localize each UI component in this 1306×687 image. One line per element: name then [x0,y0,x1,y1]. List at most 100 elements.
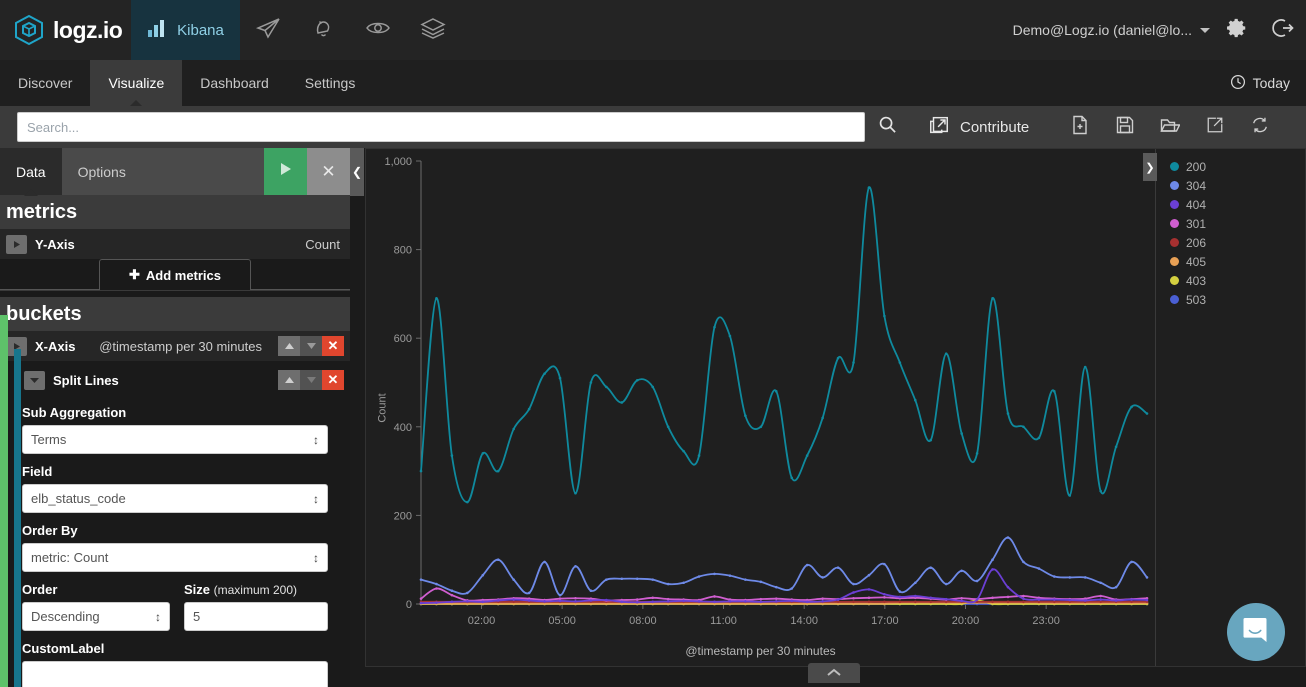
nav-item-insights[interactable] [350,0,405,60]
custom-label-label: CustomLabel [22,641,105,656]
svg-text:23:00: 23:00 [1032,615,1060,627]
svg-text:1,000: 1,000 [384,156,412,168]
move-up-split-lines-button[interactable] [278,370,300,390]
save-visualization-button[interactable] [1102,111,1147,143]
order-by-select[interactable]: metric: Count [22,543,328,572]
legend-item[interactable]: 503 [1170,290,1305,309]
legend-color-dot [1170,181,1179,190]
legend-label: 304 [1186,178,1207,193]
bucket-row-split-lines[interactable]: Split Lines ✕ [0,365,350,395]
svg-text:200: 200 [394,510,412,522]
move-down-x-axis-button[interactable] [300,336,322,356]
svg-text:17:00: 17:00 [871,615,899,627]
visualization-chart-container: Count 0 200 400 600 800 1,000 02:00 05:00 08:00 1… [365,148,1306,667]
size-input[interactable]: 5 [184,602,328,631]
open-folder-icon [1160,116,1181,139]
logzio-logo[interactable]: logz.io [0,0,131,60]
metric-y-axis-label: Y-Axis [35,236,75,252]
nav-item-kibana[interactable]: Kibana [131,0,240,60]
play-triangle-icon [279,162,292,181]
sub-aggregation-group: Sub Aggregation Terms [0,395,350,454]
nav-item-logs[interactable] [405,0,460,60]
settings-button[interactable] [1214,0,1260,60]
series-200[interactable] [419,186,1149,504]
custom-label-input[interactable] [22,661,328,687]
order-select[interactable]: Descending [22,602,170,631]
order-by-group: Order By metric: Count [0,513,350,572]
tabbar-spacer [373,60,1229,106]
bucket-split-lines-label: Split Lines [53,372,119,388]
buckets-section-title: buckets [0,297,350,331]
legend-color-dot [1170,295,1179,304]
editor-tab-options[interactable]: Options [62,148,142,195]
legend-label: 301 [1186,216,1207,231]
add-metrics-label: Add metrics [145,267,222,283]
sub-aggregation-label: Sub Aggregation [22,405,127,420]
add-metrics-right-spacer [251,259,350,290]
logout-button[interactable] [1260,0,1306,60]
editor-tab-data[interactable]: Data [0,148,62,196]
legend-item[interactable]: 301 [1170,214,1305,233]
remove-split-lines-button[interactable]: ✕ [322,370,344,390]
legend-item[interactable]: 206 [1170,233,1305,252]
legend-item[interactable]: 405 [1170,252,1305,271]
svg-text:20:00: 20:00 [952,615,980,627]
legend-item[interactable]: 404 [1170,195,1305,214]
legend-color-dot [1170,276,1179,285]
legend-item[interactable]: 304 [1170,176,1305,195]
collapse-split-lines-icon[interactable] [24,370,45,390]
nav-item-notifications[interactable] [295,0,350,60]
visualization-toolbar [1057,111,1282,143]
nav-label-kibana: Kibana [177,21,224,39]
refresh-visualization-button[interactable] [1237,111,1282,143]
support-chat-button[interactable] [1227,603,1285,661]
metric-row-y-axis[interactable]: Y-Axis Count [0,229,350,259]
series-304[interactable] [419,536,1149,597]
new-document-icon [1071,115,1089,140]
move-up-x-axis-button[interactable] [278,336,300,356]
bucket-row-x-axis[interactable]: X-Axis @timestamp per 30 minutes ✕ [0,331,350,361]
tab-discover[interactable]: Discover [0,60,90,106]
external-window-icon [928,114,950,140]
search-submit-button[interactable] [865,112,910,142]
share-visualization-button[interactable] [1192,111,1237,143]
sign-out-icon [1271,16,1295,45]
gear-icon [1226,17,1248,44]
order-by-label: Order By [22,523,78,538]
expand-bottom-panel-button[interactable] [808,663,860,683]
query-bar: Contribute [0,106,1306,148]
plot-area[interactable]: Count 0 200 400 600 800 1,000 02:00 05:00 08:00 1… [366,149,1155,666]
add-metrics-row: ✚ Add metrics [0,259,350,291]
contribute-button[interactable]: Contribute [928,114,1029,140]
legend-item[interactable]: 403 [1170,271,1305,290]
bucket-x-axis-value: @timestamp per 30 minutes [99,338,262,354]
add-metrics-button[interactable]: ✚ Add metrics [99,259,251,290]
new-visualization-button[interactable] [1057,111,1102,143]
move-down-split-lines-button[interactable] [300,370,322,390]
collapse-editor-panel-button[interactable]: ❮ [350,148,364,196]
expand-y-axis-icon[interactable] [6,234,27,254]
search-input[interactable] [17,112,865,142]
line-chart-svg[interactable]: 0 200 400 600 800 1,000 02:00 05:00 08:00 11:00 14… [366,149,1155,666]
remove-x-axis-button[interactable]: ✕ [322,336,344,356]
collapse-legend-button[interactable]: ❯ [1143,153,1157,181]
svg-text:02:00: 02:00 [468,615,496,627]
legend-item[interactable]: 200 [1170,157,1305,176]
discard-changes-button[interactable]: ✕ [307,148,350,195]
open-visualization-button[interactable] [1147,111,1192,143]
order-and-size-row: Order Descending Size (maximum 200) 5 [0,572,350,631]
user-account-menu[interactable]: Demo@Logz.io (daniel@lo... [1013,0,1214,60]
contribute-label: Contribute [960,118,1030,136]
chat-bubble-icon [1241,615,1271,650]
field-select[interactable]: elb_status_code [22,484,328,513]
apply-changes-button[interactable] [264,148,307,195]
svg-text:600: 600 [394,333,412,345]
tab-visualize[interactable]: Visualize [90,60,183,107]
tab-dashboard[interactable]: Dashboard [182,60,287,106]
nav-item-alerts-send[interactable] [240,0,295,60]
tab-settings[interactable]: Settings [287,60,374,106]
chevron-left-icon: ❮ [351,165,363,179]
floppy-save-icon [1116,116,1134,139]
time-range-picker[interactable]: Today [1230,60,1306,106]
sub-aggregation-select[interactable]: Terms [22,425,328,454]
